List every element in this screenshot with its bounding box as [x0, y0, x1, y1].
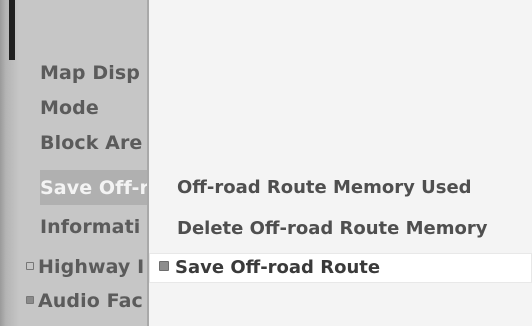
submenu-item-memory-used[interactable]: Off-road Route Memory Used — [177, 173, 472, 203]
left-menu-item-label: Audio Fac — [38, 290, 143, 312]
left-menu-item-block-area[interactable]: Block Are — [40, 128, 142, 158]
left-menu: Map Disp Mode Block Are Save Off-r Infor… — [20, 0, 148, 326]
left-menu-item-save-off-road[interactable]: Save Off-r — [40, 173, 148, 203]
submenu-item-delete-memory[interactable]: Delete Off-road Route Memory — [177, 214, 487, 244]
submenu-panel: Off-road Route Memory Used Delete Off-ro… — [149, 0, 532, 326]
navigation-screen: Map Disp Mode Block Are Save Off-r Infor… — [0, 0, 532, 326]
submenu-item-label: Save Off-road Route — [175, 257, 381, 278]
left-menu-item-label: Highway I — [38, 256, 145, 278]
left-menu-item-audio[interactable]: Audio Fac — [26, 286, 143, 316]
left-menu-item-highway[interactable]: Highway I — [26, 252, 144, 282]
submenu-item-save-route[interactable]: Save Off-road Route — [149, 253, 532, 283]
left-menu-item-map-display[interactable]: Map Disp — [40, 58, 140, 88]
left-menu-item-information[interactable]: Informati — [40, 212, 140, 242]
bullet-icon — [26, 295, 34, 304]
selected-marker-icon — [159, 261, 169, 271]
bullet-icon — [26, 261, 34, 270]
screen-edge-bar — [0, 0, 20, 326]
left-menu-item-mode[interactable]: Mode — [40, 93, 99, 123]
